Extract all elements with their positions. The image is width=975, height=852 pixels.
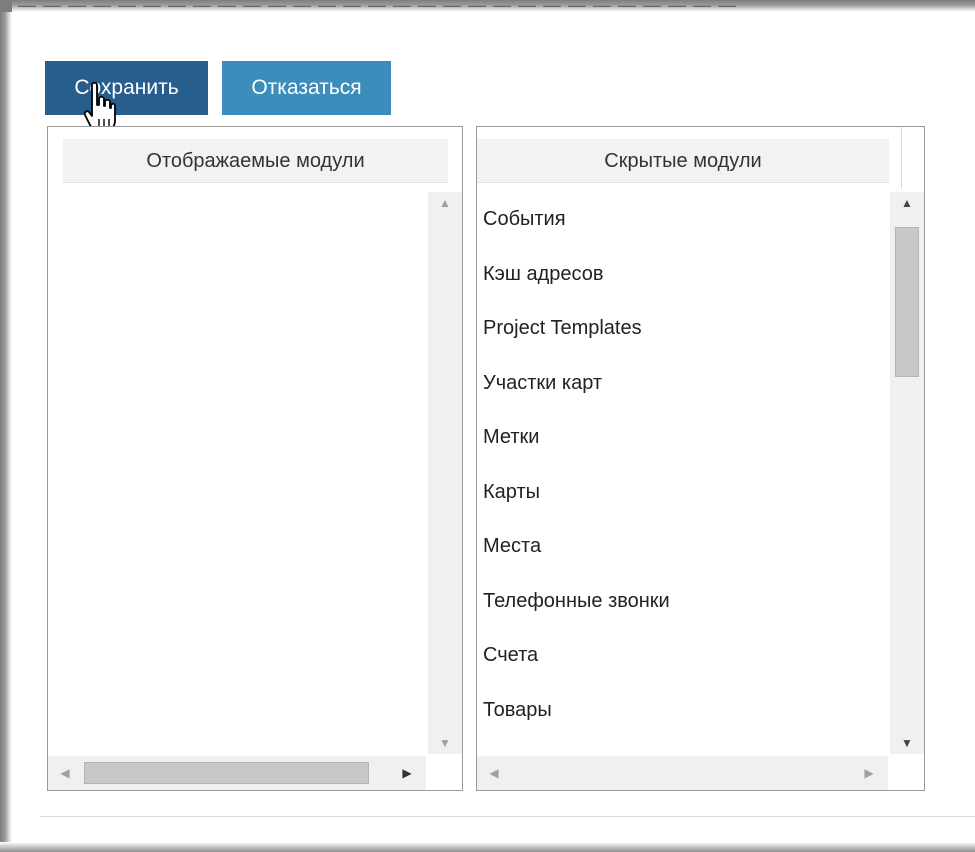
list-item[interactable]: Метки [477, 410, 888, 465]
scroll-up-arrow-icon[interactable]: ▲ [428, 192, 462, 214]
list-item[interactable]: Участки карт [477, 356, 888, 411]
displayed-modules-header: Отображаемые модули [63, 139, 448, 183]
hidden-modules-header: Скрытые модули [477, 139, 889, 183]
list-item[interactable]: Project Templates [477, 301, 888, 356]
list-item[interactable]: Карты [477, 465, 888, 520]
list-item[interactable]: Товары [477, 683, 888, 738]
horizontal-scroll-thumb[interactable] [84, 762, 369, 784]
scroll-right-arrow-icon[interactable]: ▶ [858, 756, 880, 790]
scroll-left-arrow-icon[interactable]: ◀ [54, 756, 76, 790]
scroll-down-arrow-icon[interactable]: ▼ [890, 732, 924, 754]
header-divider [901, 127, 902, 189]
window-frame-bottom [0, 842, 975, 852]
save-button[interactable]: Сохранить [45, 61, 208, 115]
scroll-up-arrow-icon[interactable]: ▲ [890, 192, 924, 214]
footer-divider [40, 816, 975, 817]
list-item[interactable]: Места [477, 519, 888, 574]
hidden-modules-vertical-scrollbar[interactable]: ▲ ▼ [890, 192, 924, 754]
displayed-modules-horizontal-scrollbar[interactable]: ◀ ▶ [48, 756, 426, 790]
hidden-modules-list[interactable]: События Кэш адресов Project Templates Уч… [477, 192, 888, 754]
scroll-left-arrow-icon[interactable]: ◀ [483, 756, 505, 790]
window-frame-corner [0, 0, 12, 12]
list-item[interactable]: Кэш адресов [477, 247, 888, 302]
cancel-button[interactable]: Отказаться [222, 61, 391, 115]
clipped-header-text: — — — — — — — — — — — — — — — — — — — — … [18, 0, 738, 14]
list-item[interactable]: Счета [477, 628, 888, 683]
displayed-modules-vertical-scrollbar[interactable]: ▲ ▼ [428, 192, 462, 754]
scroll-right-arrow-icon[interactable]: ▶ [396, 756, 418, 790]
vertical-scroll-thumb[interactable] [895, 227, 919, 377]
hidden-modules-panel: Скрытые модули События Кэш адресов Proje… [476, 126, 925, 791]
displayed-modules-list[interactable] [48, 192, 426, 754]
scroll-down-arrow-icon[interactable]: ▼ [428, 732, 462, 754]
displayed-modules-panel: Отображаемые модули ▲ ▼ ◀ ▶ [47, 126, 463, 791]
list-item[interactable]: События [477, 192, 888, 247]
window-frame-left [0, 0, 12, 852]
list-item[interactable]: Телефонные звонки [477, 574, 888, 629]
hidden-modules-horizontal-scrollbar[interactable]: ◀ ▶ [477, 756, 888, 790]
list-item[interactable]: Управление Группами пользователей [477, 737, 888, 754]
